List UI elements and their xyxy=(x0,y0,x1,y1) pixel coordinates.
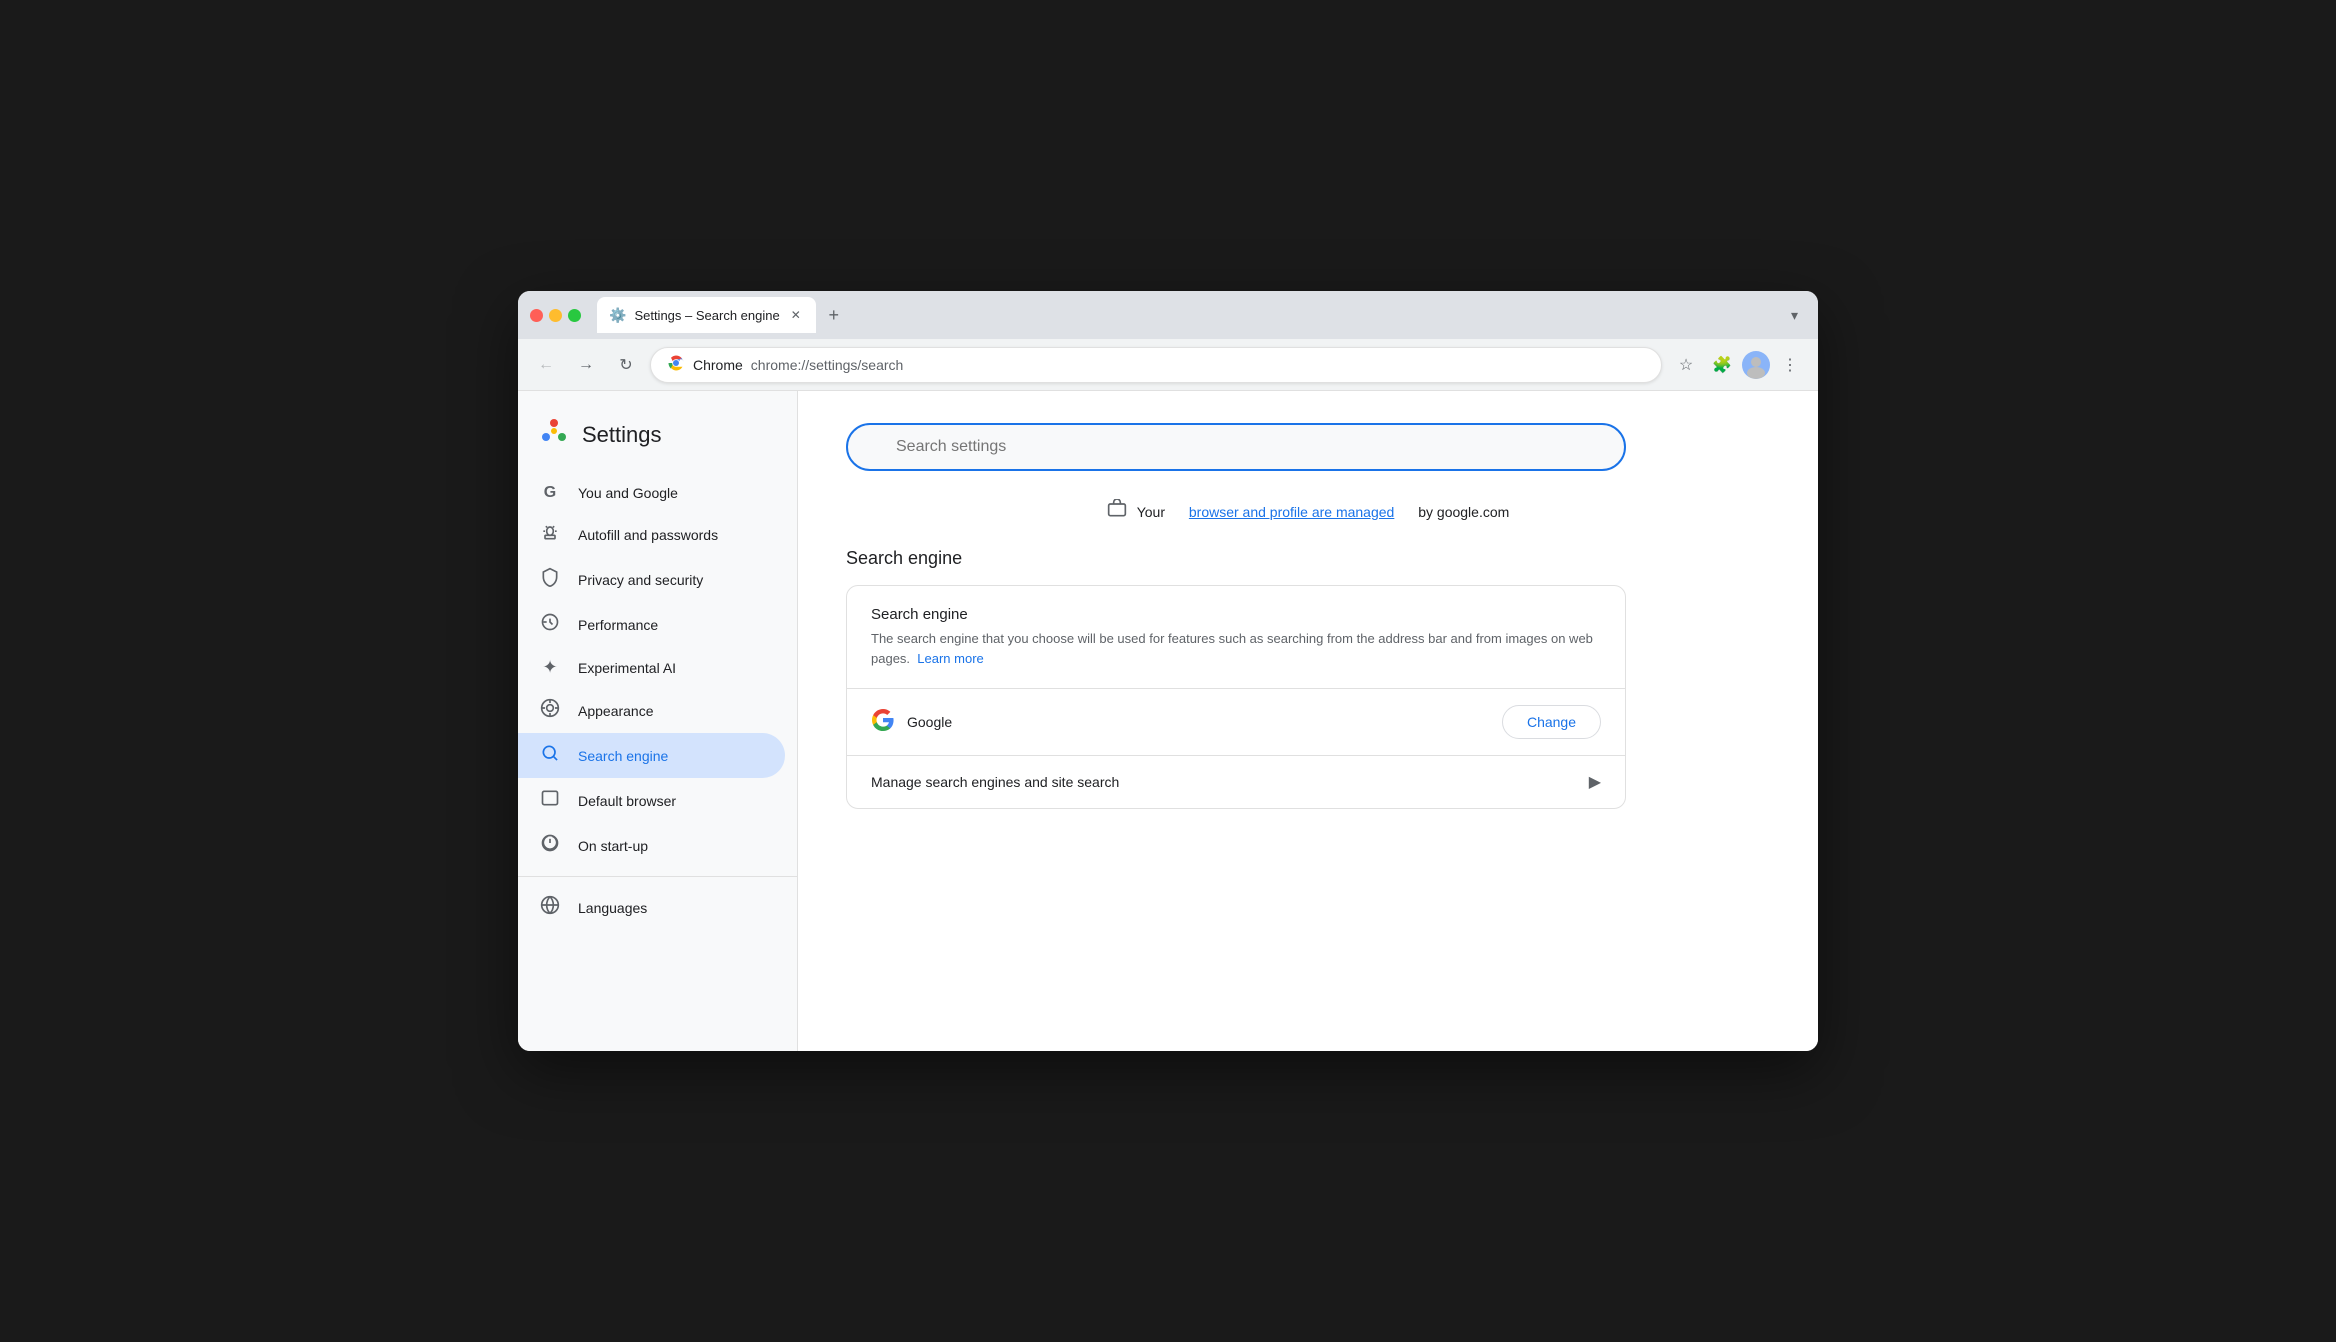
card-section-title: Search engine xyxy=(871,606,1601,623)
address-bar[interactable]: Chrome chrome://settings/search xyxy=(650,347,1662,383)
search-settings-bar: 🔍 xyxy=(846,423,1770,471)
main-panel: 🔍 Your browser and profile are managed b… xyxy=(798,391,1818,1051)
extensions-button[interactable]: 🧩 xyxy=(1706,349,1738,381)
chrome-logo-icon xyxy=(667,354,685,376)
active-tab[interactable]: ⚙️ Settings – Search engine ✕ xyxy=(597,297,816,333)
sidebar-item-label: Performance xyxy=(578,617,658,633)
minimize-button[interactable] xyxy=(549,309,562,322)
manage-search-engines-row[interactable]: Manage search engines and site search ▶ xyxy=(847,756,1625,808)
change-button[interactable]: Change xyxy=(1502,705,1601,739)
tab-close-button[interactable]: ✕ xyxy=(788,307,804,323)
settings-logo-area: Settings xyxy=(518,407,797,474)
section-title: Search engine xyxy=(846,548,1770,569)
sidebar-item-label: You and Google xyxy=(578,485,678,501)
menu-button[interactable]: ⋮ xyxy=(1774,349,1806,381)
manage-label: Manage search engines and site search xyxy=(871,774,1119,790)
default-browser-icon xyxy=(538,788,562,813)
sidebar-item-you-and-google[interactable]: G You and Google xyxy=(518,474,785,512)
autofill-icon xyxy=(538,522,562,547)
new-tab-button[interactable]: + xyxy=(820,301,848,329)
search-engine-card: Search engine The search engine that you… xyxy=(846,585,1626,809)
tab-label: Settings – Search engine xyxy=(634,308,779,323)
address-bar-container: ← → ↻ Chrome chrome://settings/search ☆ … xyxy=(518,339,1818,391)
address-path: chrome://settings/search xyxy=(751,357,904,373)
toolbar-right: ☆ 🧩 ⋮ xyxy=(1670,349,1806,381)
sidebar-item-label: Experimental AI xyxy=(578,660,676,676)
tab-favicon: ⚙️ xyxy=(609,307,626,324)
managed-link[interactable]: browser and profile are managed xyxy=(1189,504,1394,520)
forward-button[interactable]: → xyxy=(570,349,602,381)
you-and-google-icon: G xyxy=(538,484,562,502)
settings-title: Settings xyxy=(582,422,662,448)
sidebar-item-label: Languages xyxy=(578,900,647,916)
traffic-lights xyxy=(530,309,581,322)
sidebar-item-label: Autofill and passwords xyxy=(578,527,718,543)
managed-suffix: by google.com xyxy=(1418,504,1509,520)
sidebar-item-performance[interactable]: Performance xyxy=(518,602,785,647)
sidebar-item-label: Privacy and security xyxy=(578,572,703,588)
languages-icon xyxy=(538,895,562,920)
managed-icon xyxy=(1107,499,1127,524)
privacy-icon xyxy=(538,567,562,592)
card-section-desc: The search engine that you choose will b… xyxy=(871,629,1601,668)
performance-icon xyxy=(538,612,562,637)
sidebar-item-default-browser[interactable]: Default browser xyxy=(518,778,785,823)
avatar[interactable] xyxy=(1742,351,1770,379)
sidebar-item-privacy[interactable]: Privacy and security xyxy=(518,557,785,602)
close-button[interactable] xyxy=(530,309,543,322)
content-area: Settings G You and Google Autofill and p… xyxy=(518,391,1818,1051)
sidebar-item-label: On start-up xyxy=(578,838,648,854)
maximize-button[interactable] xyxy=(568,309,581,322)
search-engine-row: Google Change xyxy=(847,689,1625,756)
browser-window: ⚙️ Settings – Search engine ✕ + ▾ ← → ↻ … xyxy=(518,291,1818,1051)
tab-list-chevron[interactable]: ▾ xyxy=(1783,303,1806,328)
tab-bar: ⚙️ Settings – Search engine ✕ + xyxy=(597,297,1775,333)
back-button[interactable]: ← xyxy=(530,349,562,381)
title-bar: ⚙️ Settings – Search engine ✕ + ▾ xyxy=(518,291,1818,339)
search-settings-wrapper: 🔍 xyxy=(846,423,1626,471)
sidebar-divider xyxy=(518,876,797,877)
sidebar-item-label: Search engine xyxy=(578,748,668,764)
sidebar-item-label: Appearance xyxy=(578,703,654,719)
managed-prefix: Your xyxy=(1137,504,1165,520)
sidebar-item-appearance[interactable]: Appearance xyxy=(518,688,785,733)
on-startup-icon xyxy=(538,833,562,858)
settings-logo-icon xyxy=(538,415,570,454)
sidebar: Settings G You and Google Autofill and p… xyxy=(518,391,798,1051)
sidebar-item-languages[interactable]: Languages xyxy=(518,885,785,930)
sidebar-item-autofill[interactable]: Autofill and passwords xyxy=(518,512,785,557)
google-g-icon xyxy=(871,708,895,737)
sidebar-item-search-engine[interactable]: Search engine xyxy=(518,733,785,778)
manage-row-arrow-icon: ▶ xyxy=(1589,772,1601,792)
sidebar-item-label: Default browser xyxy=(578,793,676,809)
current-engine-name: Google xyxy=(907,714,1490,730)
search-engine-description-section: Search engine The search engine that you… xyxy=(847,586,1625,689)
address-origin: Chrome xyxy=(693,357,743,373)
sidebar-item-on-startup[interactable]: On start-up xyxy=(518,823,785,868)
reload-button[interactable]: ↻ xyxy=(610,349,642,381)
experimental-ai-icon: ✦ xyxy=(538,657,562,678)
learn-more-link[interactable]: Learn more xyxy=(917,651,983,666)
appearance-icon xyxy=(538,698,562,723)
managed-notice: Your browser and profile are managed by … xyxy=(846,499,1770,524)
search-settings-input[interactable] xyxy=(846,423,1626,471)
bookmark-button[interactable]: ☆ xyxy=(1670,349,1702,381)
sidebar-item-experimental-ai[interactable]: ✦ Experimental AI xyxy=(518,647,785,688)
search-engine-icon xyxy=(538,743,562,768)
